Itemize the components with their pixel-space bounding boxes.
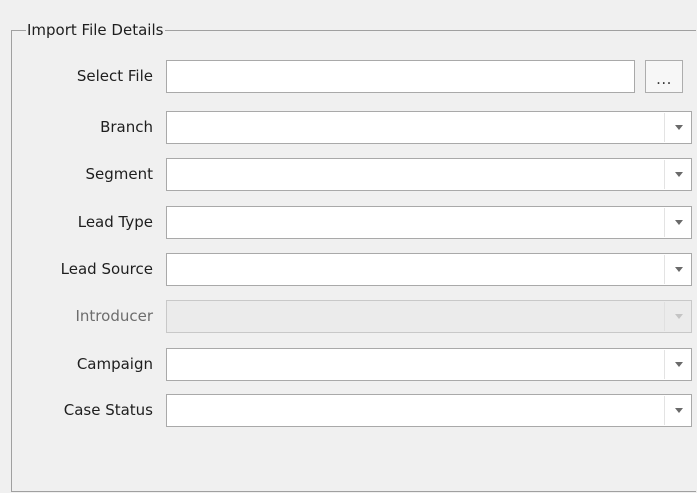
select-file-row: Select File ...	[0, 60, 697, 94]
chevron-down-icon[interactable]	[675, 408, 683, 413]
branch-dropdown[interactable]	[166, 111, 692, 144]
campaign-label: Campaign	[76, 355, 153, 373]
introducer-dropdown	[166, 300, 692, 333]
lead-type-dropdown[interactable]	[166, 206, 692, 239]
lead-type-label: Lead Type	[77, 213, 153, 231]
select-file-label: Select File	[76, 67, 153, 85]
case-status-row: Case Status	[0, 394, 697, 428]
chevron-down-icon[interactable]	[675, 125, 683, 130]
chevron-down-icon[interactable]	[675, 220, 683, 225]
segment-dropdown[interactable]	[166, 158, 692, 191]
chevron-down-icon	[675, 314, 683, 319]
campaign-dropdown-separator	[664, 350, 665, 379]
chevron-down-icon[interactable]	[675, 267, 683, 272]
lead-source-dropdown-separator	[664, 255, 665, 284]
segment-row: Segment	[0, 158, 697, 192]
group-title: Import File Details	[26, 21, 166, 40]
chevron-down-icon[interactable]	[675, 172, 683, 177]
segment-label: Segment	[85, 165, 154, 183]
introducer-row: Introducer	[0, 300, 697, 334]
campaign-dropdown[interactable]	[166, 348, 692, 381]
branch-row: Branch	[0, 111, 697, 145]
case-status-label: Case Status	[63, 401, 153, 419]
select-file-input[interactable]	[166, 60, 635, 93]
introducer-label: Introducer	[75, 307, 154, 325]
lead-source-label: Lead Source	[60, 260, 153, 278]
case-status-dropdown-separator	[664, 396, 665, 425]
browse-file-button[interactable]: ...	[645, 60, 683, 93]
branch-label: Branch	[100, 118, 153, 136]
introducer-dropdown-separator	[664, 302, 665, 331]
branch-dropdown-separator	[664, 113, 665, 142]
campaign-row: Campaign	[0, 348, 697, 382]
case-status-dropdown[interactable]	[166, 394, 692, 427]
chevron-down-icon[interactable]	[675, 362, 683, 367]
lead-type-row: Lead Type	[0, 206, 697, 240]
lead-type-dropdown-separator	[664, 208, 665, 237]
segment-dropdown-separator	[664, 160, 665, 189]
lead-source-row: Lead Source	[0, 253, 697, 287]
lead-source-dropdown[interactable]	[166, 253, 692, 286]
